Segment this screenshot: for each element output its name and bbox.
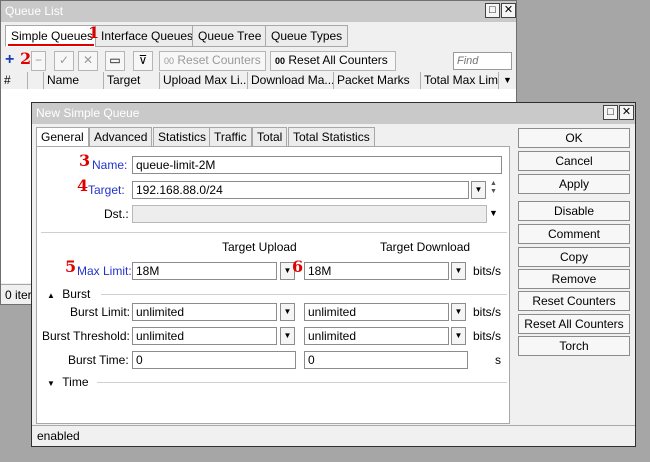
column-header-download-max-limit[interactable]: Download Ma... — [248, 72, 334, 89]
remove-icon[interactable]: − — [31, 51, 46, 71]
burst-section-label: Burst — [62, 287, 91, 301]
max-limit-label: Max Limit: — [77, 264, 132, 278]
general-panel: Name: queue-limit-2M Target: 192.168.88.… — [36, 146, 510, 424]
close-icon[interactable]: ✕ — [501, 3, 516, 18]
reset-all-counters-label: Reset All Counters — [288, 53, 388, 67]
max-limit-upload-field[interactable]: 18M — [132, 262, 277, 280]
queue-list-title: Queue List — [5, 4, 64, 18]
separator — [41, 232, 507, 233]
burst-threshold-upload-field[interactable]: unlimited — [132, 327, 277, 345]
remove-button[interactable]: Remove — [518, 269, 630, 289]
separator — [101, 294, 507, 295]
separator — [97, 382, 507, 383]
time-section-header[interactable]: ▼ Time — [47, 375, 89, 389]
max-limit-download-field[interactable]: 18M — [304, 262, 449, 280]
target-label: Target: — [88, 183, 125, 197]
max-limit-unit: bits/s — [473, 264, 502, 278]
burst-limit-unit: bits/s — [473, 305, 502, 319]
time-section-label: Time — [62, 375, 89, 389]
burst-limit-upload-field[interactable]: unlimited — [132, 303, 277, 321]
target-download-header: Target Download — [380, 240, 471, 254]
burst-threshold-label: Burst Threshold: — [42, 329, 130, 343]
new-simple-queue-dialog: New Simple Queue □ ✕ General Advanced St… — [31, 102, 636, 447]
target-add-remove-icon[interactable]: ▲ ▼ — [490, 180, 497, 196]
marker-2: 2 — [20, 49, 32, 68]
copy-button[interactable]: Copy — [518, 247, 630, 267]
target-field[interactable]: 192.168.88.0/24 — [132, 181, 469, 199]
column-header-target[interactable]: Target — [104, 72, 160, 89]
name-label: Name: — [92, 158, 128, 172]
burst-time-unit: s — [495, 353, 501, 367]
marker-1: 1 — [88, 23, 100, 42]
column-header-packet-marks[interactable]: Packet Marks — [334, 72, 421, 89]
tab-general[interactable]: General — [36, 127, 89, 147]
tab-interface-queues[interactable]: Interface Queues — [95, 25, 200, 47]
name-field[interactable]: queue-limit-2M — [132, 156, 502, 174]
burst-time-upload-field[interactable]: 0 — [132, 351, 296, 369]
marker-4: 4 — [77, 176, 89, 195]
max-limit-download-dropdown-icon[interactable]: ▼ — [451, 262, 466, 280]
burst-limit-download-field[interactable]: unlimited — [304, 303, 449, 321]
comment-button[interactable]: Comment — [518, 224, 630, 244]
burst-section-header[interactable]: ▲ Burst — [47, 287, 90, 301]
filter-icon[interactable]: ⊽ — [133, 51, 153, 71]
tab-queue-types[interactable]: Queue Types — [265, 25, 349, 47]
burst-limit-upload-dropdown-icon[interactable]: ▼ — [280, 303, 295, 321]
dst-field[interactable] — [132, 205, 487, 223]
marker-underline — [8, 44, 94, 46]
burst-limit-download-dropdown-icon[interactable]: ▼ — [451, 303, 466, 321]
close-icon[interactable]: ✕ — [619, 105, 634, 120]
marker-6: 6 — [292, 257, 304, 276]
queue-list-titlebar[interactable]: Queue List — [1, 1, 516, 22]
burst-threshold-upload-dropdown-icon[interactable]: ▼ — [280, 327, 295, 345]
torch-button[interactable]: Torch — [518, 336, 630, 356]
burst-time-label: Burst Time: — [68, 353, 129, 367]
dialog-titlebar[interactable]: New Simple Queue — [32, 103, 635, 124]
disable-button[interactable]: Disable — [518, 201, 630, 221]
find-input[interactable] — [453, 52, 512, 70]
tab-total[interactable]: Total — [252, 127, 288, 147]
burst-threshold-unit: bits/s — [473, 329, 502, 343]
collapse-icon: ▲ — [47, 291, 55, 300]
reset-counters-button[interactable]: Reset Counters — [518, 291, 630, 311]
expand-icon: ▼ — [47, 379, 55, 388]
burst-threshold-download-dropdown-icon[interactable]: ▼ — [451, 327, 466, 345]
burst-threshold-download-field[interactable]: unlimited — [304, 327, 449, 345]
counter-icon: 00 — [275, 56, 286, 66]
apply-button[interactable]: Apply — [518, 174, 630, 194]
tab-statistics[interactable]: Statistics — [153, 127, 212, 147]
restore-icon[interactable]: □ — [485, 3, 500, 18]
column-header-name[interactable]: Name — [44, 72, 104, 89]
column-header-number[interactable]: # — [1, 72, 28, 89]
dst-label: Dst.: — [104, 207, 129, 221]
reset-all-counters-button[interactable]: 00 Reset All Counters — [270, 51, 396, 71]
disable-icon[interactable]: ✕ — [78, 51, 98, 71]
column-header-flags[interactable] — [28, 72, 44, 89]
target-upload-header: Target Upload — [222, 240, 297, 254]
cancel-button[interactable]: Cancel — [518, 151, 630, 171]
restore-icon[interactable]: □ — [603, 105, 618, 120]
dst-dropdown-icon[interactable]: ▼ — [489, 208, 498, 218]
reset-all-counters-button[interactable]: Reset All Counters — [518, 314, 630, 334]
column-header-total-max-limit[interactable]: Total Max Limi — [421, 72, 499, 89]
reset-counters-label: Reset Counters — [177, 53, 261, 67]
comment-icon[interactable]: ▭ — [105, 51, 125, 71]
burst-limit-label: Burst Limit: — [70, 305, 131, 319]
tab-traffic[interactable]: Traffic — [209, 127, 252, 147]
counter-icon: 00 — [164, 56, 175, 66]
tab-queue-tree[interactable]: Queue Tree — [192, 25, 268, 47]
dialog-status: enabled — [32, 425, 635, 446]
dialog-title: New Simple Queue — [36, 106, 140, 120]
column-chooser-icon[interactable]: ▼ — [499, 72, 516, 89]
ok-button[interactable]: OK — [518, 128, 630, 148]
tab-advanced[interactable]: Advanced — [89, 127, 153, 147]
burst-time-download-field[interactable]: 0 — [304, 351, 468, 369]
target-dropdown-icon[interactable]: ▼ — [471, 181, 486, 199]
enable-icon[interactable]: ✓ — [54, 51, 74, 71]
reset-counters-button[interactable]: 00 Reset Counters — [159, 51, 266, 71]
tab-total-statistics[interactable]: Total Statistics — [288, 127, 375, 147]
column-header-upload-max-limit[interactable]: Upload Max Li... — [160, 72, 248, 89]
marker-5: 5 — [65, 257, 77, 276]
marker-3: 3 — [79, 151, 91, 170]
